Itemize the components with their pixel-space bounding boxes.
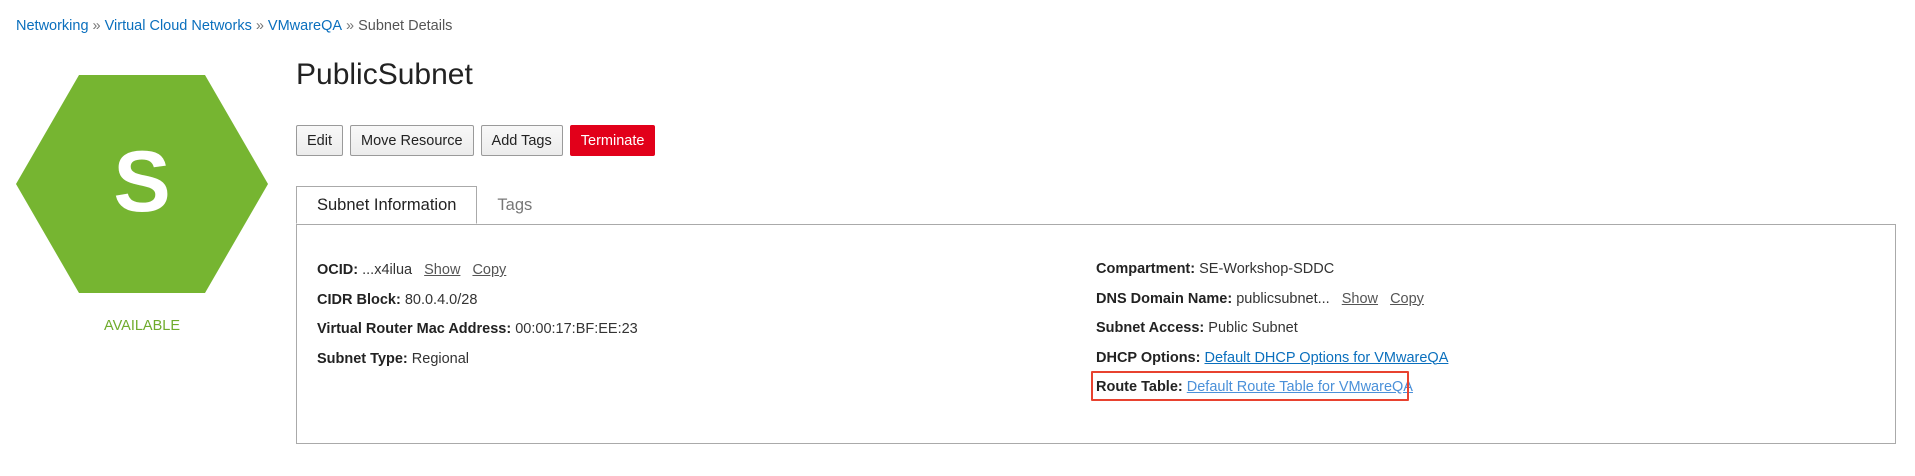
tab-subnet-information[interactable]: Subnet Information	[296, 186, 478, 224]
dns-copy-link[interactable]: Copy	[1390, 291, 1424, 307]
lifecycle-state: AVAILABLE	[103, 318, 181, 334]
subnet-access-row: Subnet Access: Public Subnet	[1096, 320, 1448, 350]
add-tags-button[interactable]: Add Tags	[480, 125, 563, 156]
info-left-column: OCID: ...x4ilua Show Copy CIDR Block: 80…	[317, 262, 638, 380]
cidr-row: CIDR Block: 80.0.4.0/28	[317, 292, 638, 322]
subnet-type-row: Subnet Type: Regional	[317, 351, 638, 381]
subnet-access-value: Public Subnet	[1208, 320, 1298, 336]
dns-show-link[interactable]: Show	[1342, 291, 1378, 307]
compartment-row: Compartment: SE-Workshop-SDDC	[1096, 261, 1448, 291]
breadcrumb-separator: »	[346, 18, 355, 34]
mac-row: Virtual Router Mac Address: 00:00:17:BF:…	[317, 321, 638, 351]
route-table-highlight	[1091, 371, 1409, 401]
ocid-copy-link[interactable]: Copy	[472, 262, 506, 278]
page-title: PublicSubnet	[296, 58, 473, 91]
action-toolbar: Edit Move Resource Add Tags Terminate	[296, 125, 656, 156]
cidr-label: CIDR Block:	[317, 291, 401, 308]
edit-button[interactable]: Edit	[296, 125, 343, 156]
cidr-value: 80.0.4.0/28	[404, 291, 478, 308]
ocid-value: ...x4ilua	[362, 262, 413, 278]
breadcrumb-networking[interactable]: Networking	[16, 18, 89, 34]
subnet-access-label: Subnet Access:	[1096, 320, 1205, 336]
dns-value: publicsubnet...	[1236, 290, 1330, 307]
dhcp-options-link[interactable]: Default DHCP Options for VMwareQA	[1204, 350, 1448, 366]
subnet-type-value: Regional	[411, 350, 470, 367]
dhcp-label: DHCP Options:	[1096, 349, 1201, 366]
ocid-label: OCID:	[317, 262, 359, 278]
move-resource-button[interactable]: Move Resource	[350, 125, 474, 156]
detail-tabs: Subnet Information Tags	[296, 186, 552, 224]
dns-row: DNS Domain Name: publicsubnet... Show Co…	[1096, 291, 1448, 321]
mac-value: 00:00:17:BF:EE:23	[515, 321, 638, 337]
ocid-show-link[interactable]: Show	[424, 262, 460, 278]
breadcrumb-separator: »	[92, 18, 101, 34]
breadcrumb-separator: »	[255, 18, 264, 34]
compartment-label: Compartment:	[1096, 261, 1196, 277]
breadcrumb-current: Subnet Details	[358, 18, 453, 34]
terminate-button[interactable]: Terminate	[569, 125, 656, 156]
ocid-row: OCID: ...x4ilua Show Copy	[317, 262, 638, 292]
route-table-row: Route Table: Default Route Table for VMw…	[1091, 371, 1448, 409]
breadcrumb-vcns[interactable]: Virtual Cloud Networks	[105, 18, 252, 34]
subnet-hexagon-icon: S	[16, 75, 268, 293]
info-right-column: Compartment: SE-Workshop-SDDC DNS Domain…	[1091, 261, 1448, 409]
hexagon-letter: S	[113, 134, 170, 230]
tab-tags[interactable]: Tags	[477, 186, 552, 224]
subnet-type-label: Subnet Type:	[317, 350, 408, 367]
breadcrumb-vmwareqa[interactable]: VMwareQA	[268, 18, 342, 34]
breadcrumb: Networking» Virtual Cloud Networks» VMware…	[16, 18, 452, 34]
compartment-value: SE-Workshop-SDDC	[1199, 261, 1335, 277]
mac-label: Virtual Router Mac Address:	[317, 321, 512, 337]
dns-label: DNS Domain Name:	[1096, 290, 1233, 307]
